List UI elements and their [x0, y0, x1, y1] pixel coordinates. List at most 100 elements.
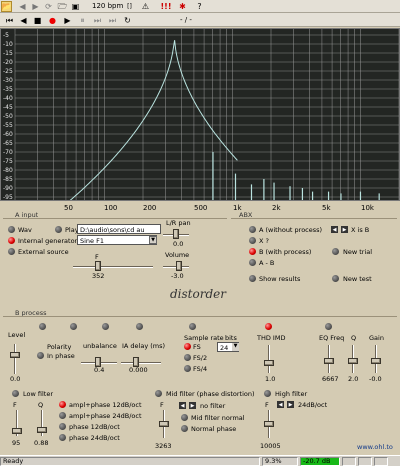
thd-thumb[interactable] [264, 360, 274, 366]
low-opt-1-led[interactable] [59, 401, 66, 408]
chevron-down-icon[interactable]: ▼ [149, 236, 157, 244]
bits-label: bits [225, 334, 237, 342]
save-icon[interactable]: ▣ [70, 1, 81, 12]
mid-filter-led[interactable] [155, 390, 162, 397]
high-filter-led[interactable] [264, 390, 271, 397]
low-opt-2-led[interactable] [59, 412, 66, 419]
record-icon[interactable]: ● [47, 15, 58, 26]
bug-icon[interactable]: ✱ [177, 1, 188, 12]
pause-icon[interactable]: ⏸ [77, 15, 88, 26]
mid-next-button[interactable]: ▶ [189, 402, 196, 409]
external-source-led[interactable] [8, 248, 15, 255]
lr-pan-thumb[interactable] [173, 229, 179, 239]
high-next-button[interactable]: ▶ [287, 401, 294, 408]
sample-rate-led[interactable] [189, 323, 196, 330]
abx-a-led[interactable] [249, 226, 256, 233]
gain-thumb[interactable] [371, 358, 381, 364]
low-f-thumb[interactable] [12, 428, 22, 434]
y-tick-label: -70 [3, 149, 13, 156]
mid-prev-button[interactable]: ◀ [179, 402, 186, 409]
abx-x-label: X ? [259, 237, 269, 245]
abx-prev-button[interactable]: ◀ [331, 226, 338, 233]
step-forward-icon[interactable]: ⏭ [92, 15, 103, 26]
frequency-thumb[interactable] [95, 261, 101, 271]
frequency-slider[interactable] [73, 266, 153, 268]
rewind-icon[interactable]: ⏮ [4, 15, 15, 26]
new-trial-led[interactable] [332, 248, 339, 255]
refresh-icon[interactable]: ⟳ [43, 1, 54, 12]
filters-panel: Low filter F Q 95 0.88 ampl+phase 12dB/o… [3, 388, 397, 454]
thd-slider[interactable] [268, 345, 270, 373]
eq-led[interactable] [325, 323, 332, 330]
open-icon[interactable]: 🗁 [57, 1, 68, 12]
warning-icon[interactable]: ⚠ [140, 1, 151, 12]
sample-rate-label: Sample rate [184, 334, 224, 342]
fs4-led[interactable] [184, 365, 191, 372]
in-phase-label: In phase [47, 352, 75, 360]
ia-delay-slider[interactable] [121, 362, 161, 364]
y-tick-label: -5 [3, 32, 9, 39]
fs2-led[interactable] [184, 354, 191, 361]
back-arrow-icon[interactable]: ◀ [17, 1, 28, 12]
new-test-led[interactable] [332, 275, 339, 282]
show-results-led[interactable] [249, 275, 256, 282]
fs-led[interactable] [184, 343, 191, 350]
wav-led[interactable] [8, 226, 15, 233]
low-filter-led[interactable] [12, 390, 19, 397]
abx-next-button[interactable]: ▶ [341, 226, 348, 233]
high-f-thumb[interactable] [264, 421, 274, 427]
q-thumb[interactable] [348, 358, 358, 364]
abx-b-led[interactable] [249, 248, 256, 255]
help-icon[interactable]: ? [194, 1, 205, 12]
ia-delay-led[interactable] [136, 323, 143, 330]
polarity-label: Polarity [47, 343, 72, 351]
internal-generator-led[interactable] [8, 237, 15, 244]
play-led[interactable] [55, 226, 62, 233]
play-icon[interactable]: ▶ [62, 15, 73, 26]
mid-opt-3-led[interactable] [181, 425, 188, 432]
mid-opt-2-label: Mid filter normal [191, 414, 245, 422]
stop-icon[interactable]: ■ [32, 15, 43, 26]
high-prev-button[interactable]: ◀ [277, 401, 284, 408]
q-label: Q [351, 334, 357, 342]
low-q-thumb[interactable] [37, 427, 47, 433]
end-icon[interactable]: ⏭ [107, 15, 118, 26]
low-opt-3-label: phase 12dB/oct [69, 423, 120, 431]
in-phase-led[interactable] [37, 352, 44, 359]
forward-arrow-icon[interactable]: ▶ [30, 1, 41, 12]
level-led[interactable] [39, 323, 46, 330]
abx-ab-label: A - B [259, 259, 275, 267]
mid-opt-2-led[interactable] [181, 414, 188, 421]
low-opt-4-led[interactable] [59, 434, 66, 441]
y-tick-label: -90 [3, 185, 13, 192]
thd-imd-led[interactable] [265, 323, 272, 330]
abx-x-led[interactable] [249, 237, 256, 244]
eq-freq-thumb[interactable] [324, 358, 334, 364]
x-tick-label: 100 [104, 204, 117, 212]
open-folder-icon[interactable]: 📂 [1, 1, 12, 12]
loop-icon[interactable]: ↻ [122, 15, 133, 26]
low-filter-title: Low filter [23, 390, 53, 398]
spectrum-plot: -5 -10 -15 -20 -25 -30 -35 -40 -45 -50 -55 -60 -65 -7… [3, 29, 400, 205]
low-opt-3-led[interactable] [59, 423, 66, 430]
mid-f-thumb[interactable] [159, 421, 169, 427]
hold-icon[interactable]: [] [124, 1, 135, 12]
alert-icon[interactable]: !!! [159, 1, 173, 12]
mid-f-label: F [160, 401, 164, 409]
step-back-icon[interactable]: ◀ [18, 15, 29, 26]
generator-select[interactable]: Sine F1 [77, 235, 157, 245]
polarity-led[interactable] [70, 323, 77, 330]
abx-ab-led[interactable] [249, 259, 256, 266]
bits-chevron-down-icon[interactable]: ▼ [232, 343, 239, 351]
file-path-input[interactable]: D:\audio\sons\cd au [77, 224, 161, 234]
abx-a-label: A (without process) [259, 226, 323, 234]
website-link[interactable]: www.ohl.to [357, 444, 393, 451]
low-f-value: 95 [12, 439, 21, 447]
level-thumb[interactable] [10, 352, 20, 358]
thd-value: 1.0 [265, 375, 276, 383]
volume-thumb[interactable] [176, 261, 182, 271]
y-tick-label: -65 [3, 140, 13, 147]
y-tick-label: -25 [3, 68, 13, 75]
level-slider[interactable] [14, 344, 16, 374]
unbalance-led[interactable] [102, 323, 109, 330]
